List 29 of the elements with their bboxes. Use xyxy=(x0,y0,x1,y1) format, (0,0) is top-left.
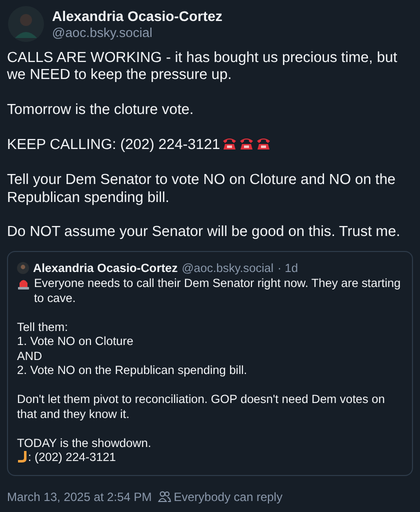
quoted-author-handle: @aoc.bsky.social xyxy=(182,260,274,276)
post-text: : (202) 224-3121 xyxy=(28,450,116,465)
siren-icon xyxy=(17,277,30,290)
post-age: · 1d xyxy=(278,260,298,276)
post-text: 2. Vote NO on the Republican spending bill. xyxy=(17,363,248,378)
post-text: KEEP CALLING: (202) 224-3121 xyxy=(7,137,220,154)
reply-setting[interactable]: Everybody can reply xyxy=(174,488,282,506)
quoted-author-name: Alexandria Ocasio-Cortez xyxy=(33,260,178,276)
post-text: Everyone needs to call their Dem Senator right now. They are starting to cave. xyxy=(34,276,402,306)
avatar xyxy=(8,6,44,42)
post-text: Tomorrow is the cloture vote. xyxy=(7,102,194,118)
post-text: Don't let them pivot to reconciliation. GOP doesn't need Dem votes on that and they know it. xyxy=(17,392,385,421)
avatar xyxy=(17,262,29,274)
post-text: Do NOT assume your Senator will be good on this. Trust me. xyxy=(7,224,400,240)
hand-icon xyxy=(17,450,28,464)
telephone-icon xyxy=(239,137,254,150)
people-icon xyxy=(158,491,171,502)
post-text: Tell them: xyxy=(17,320,68,334)
telephone-icon xyxy=(222,137,238,150)
post-text: Tell your Dem Senator to vote NO on Cloture and NO on the Republican spending bill. xyxy=(7,172,396,206)
post-text: TODAY is the showdown. xyxy=(17,436,152,450)
post-timestamp: March 13, 2025 at 2:54 PM xyxy=(7,488,152,506)
author-handle[interactable]: @aoc.bsky.social xyxy=(52,24,222,40)
telephone-icon xyxy=(256,137,272,150)
post-text: AND xyxy=(17,348,42,363)
quoted-post[interactable] xyxy=(7,250,413,476)
post-text: CALLS ARE WORKING - it has bought us precious time, but we NEED to keep the pressure up. xyxy=(7,50,398,84)
post-text: 1. Vote NO on Cloture xyxy=(17,334,134,348)
author-name[interactable]: Alexandria Ocasio-Cortez xyxy=(52,8,222,24)
